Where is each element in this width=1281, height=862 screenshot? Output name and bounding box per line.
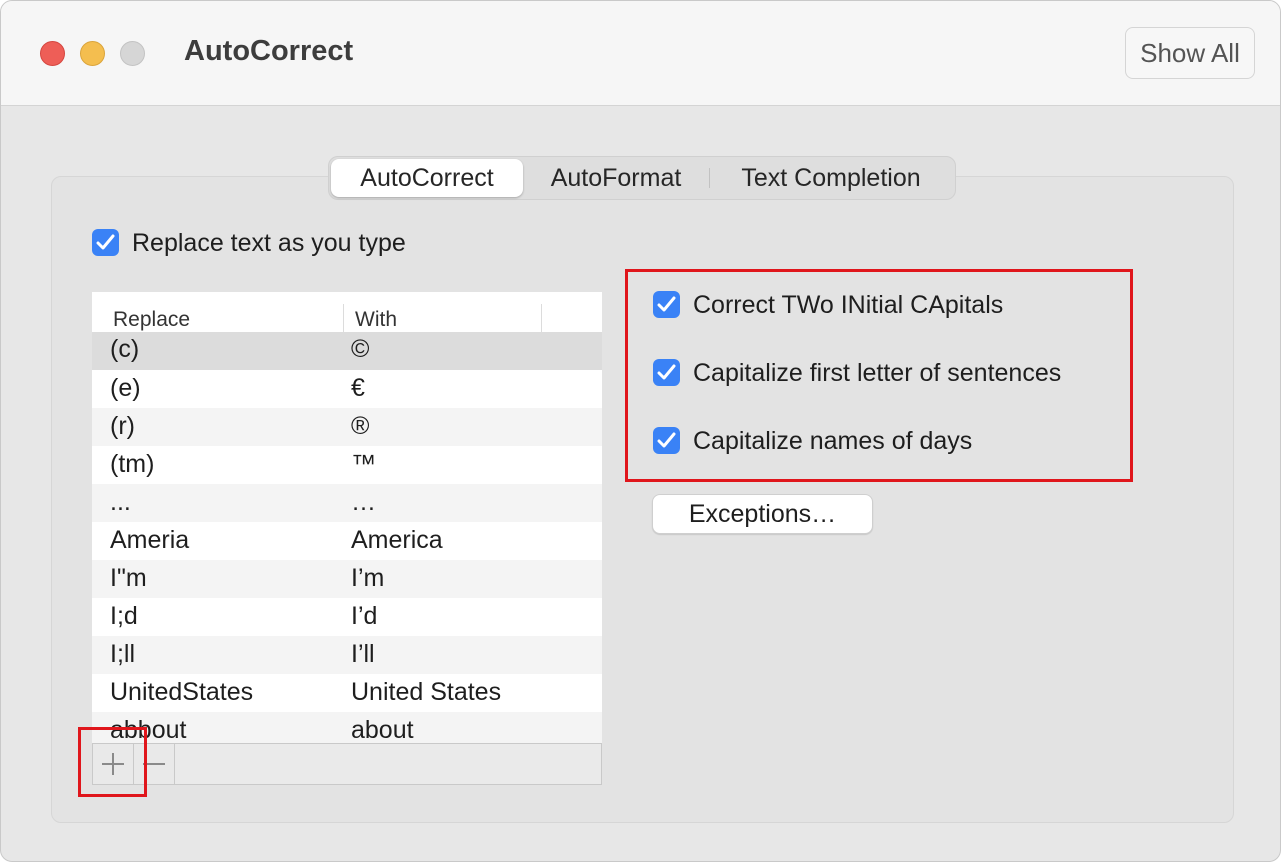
table-row[interactable]: I;ll I’ll	[92, 636, 602, 674]
with-cell: I’ll	[351, 640, 375, 668]
with-cell: I’m	[351, 564, 385, 592]
title-bar: AutoCorrect Show All	[1, 1, 1280, 106]
checkmark-icon	[657, 364, 676, 380]
minimize-window-button[interactable]	[80, 41, 105, 66]
with-cell: ©	[351, 335, 370, 363]
with-cell: ®	[351, 412, 370, 440]
capitalize-first-letter-checkbox[interactable]	[653, 359, 680, 386]
with-cell: ™	[351, 450, 376, 478]
replace-cell: (r)	[110, 412, 135, 440]
table-row[interactable]: UnitedStates United States	[92, 674, 602, 712]
replace-text-checkbox[interactable]	[92, 229, 119, 256]
table-row[interactable]: I;d I’d	[92, 598, 602, 636]
table-row[interactable]: (tm) ™	[92, 446, 602, 484]
table-toolbar	[92, 743, 602, 785]
tab-divider	[709, 168, 710, 188]
replace-cell: I;d	[110, 602, 138, 630]
replace-cell: (e)	[110, 374, 141, 402]
replace-cell: UnitedStates	[110, 678, 254, 706]
tab-text-completion[interactable]: Text Completion	[713, 159, 949, 197]
tab-bar: AutoCorrect AutoFormat Text Completion	[328, 156, 956, 200]
checkmark-icon	[657, 296, 676, 312]
with-cell: United States	[351, 678, 502, 706]
table-row[interactable]: (c) ©	[92, 332, 602, 370]
tab-autoformat[interactable]: AutoFormat	[525, 159, 707, 197]
with-cell: America	[351, 526, 443, 554]
with-cell: I’d	[351, 602, 378, 630]
replace-text-label: Replace text as you type	[132, 229, 406, 257]
correct-two-initial-capitals-checkbox[interactable]	[653, 291, 680, 318]
table-row[interactable]: abbout about	[92, 712, 602, 744]
table-row[interactable]: ... …	[92, 484, 602, 522]
with-cell: €	[351, 374, 365, 402]
capitalize-names-of-days-checkbox[interactable]	[653, 427, 680, 454]
replace-cell: I"m	[110, 564, 147, 592]
exceptions-button[interactable]: Exceptions…	[652, 494, 873, 534]
checkmark-icon	[96, 234, 115, 250]
replace-cell: I;ll	[110, 640, 135, 668]
column-header-with[interactable]: With	[355, 308, 397, 332]
close-window-button[interactable]	[40, 41, 65, 66]
highlight-box	[78, 727, 147, 797]
with-cell: …	[351, 488, 376, 516]
table-rows: (c) © (e) € (r) ® (tm) ™ ... … Ameria Am…	[92, 332, 602, 744]
checkmark-icon	[657, 432, 676, 448]
replace-cell: Ameria	[110, 526, 190, 554]
zoom-window-button[interactable]	[120, 41, 145, 66]
table-row[interactable]: I"m I’m	[92, 560, 602, 598]
replace-cell: (tm)	[110, 450, 155, 478]
show-all-button[interactable]: Show All	[1125, 27, 1255, 79]
table-row[interactable]: Ameria America	[92, 522, 602, 560]
column-separator	[541, 304, 542, 334]
tab-autocorrect[interactable]: AutoCorrect	[331, 159, 523, 197]
autocorrect-window: AutoCorrect Show All AutoCorrect AutoFor…	[0, 0, 1281, 862]
table-row[interactable]: (r) ®	[92, 408, 602, 446]
correct-two-initial-capitals-label: Correct TWo INitial CApitals	[693, 291, 1004, 319]
replace-cell: ...	[110, 488, 131, 516]
window-title: AutoCorrect	[184, 35, 354, 67]
column-header-replace[interactable]: Replace	[113, 308, 190, 332]
capitalize-first-letter-label: Capitalize first letter of sentences	[693, 359, 1062, 387]
replace-cell: (c)	[110, 335, 140, 363]
table-row[interactable]: (e) €	[92, 370, 602, 408]
capitalize-names-of-days-label: Capitalize names of days	[693, 427, 973, 455]
column-separator	[343, 304, 344, 334]
replacement-table[interactable]: Replace With (c) © (e) € (r) ® (tm) ™ ..…	[92, 292, 602, 744]
with-cell: about	[351, 716, 414, 744]
